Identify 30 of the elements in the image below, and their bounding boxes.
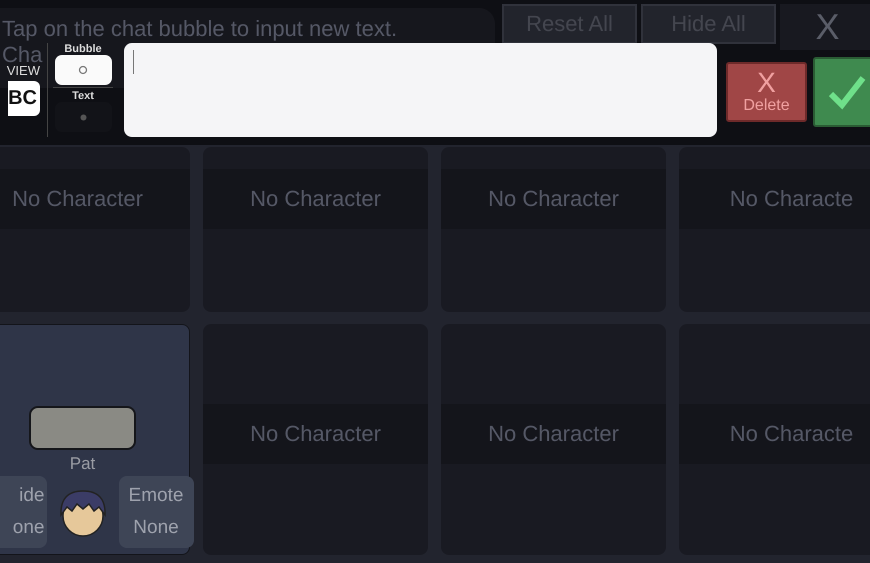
character-slot[interactable]: No Character <box>203 324 428 555</box>
empty-slot-label: No Character <box>441 404 666 464</box>
preview-bubble: BC <box>8 81 40 116</box>
character-slot[interactable]: No Characte <box>679 324 870 555</box>
style-option[interactable] <box>54 55 112 85</box>
character-slot[interactable]: No Character <box>441 147 666 312</box>
empty-slot-label: No Characte <box>679 169 870 229</box>
empty-slot-label: No Character <box>441 169 666 229</box>
character-slot[interactable]: No Character <box>441 324 666 555</box>
close-button[interactable]: X <box>780 4 870 50</box>
empty-slot-label: No Characte <box>679 404 870 464</box>
option-button[interactable]: Emote None <box>118 476 194 548</box>
toggle-label: Text <box>72 90 94 102</box>
empty-slot-label: No Character <box>203 169 428 229</box>
character-slot[interactable]: No Character <box>0 147 190 312</box>
character-name: Pat <box>70 454 96 474</box>
dot-icon <box>80 114 86 120</box>
toggle-label: Bubble <box>64 43 102 55</box>
text-input-field[interactable] <box>124 43 717 137</box>
ring-icon <box>78 65 88 75</box>
delete-button[interactable]: X Delete <box>726 62 807 122</box>
confirm-button[interactable] <box>813 57 870 127</box>
hint-text: Tap on the chat bubble to input new text. <box>2 16 398 42</box>
option-button[interactable]: ide one <box>0 476 46 548</box>
empty-slot-label: No Character <box>0 169 190 229</box>
speech-bubble[interactable] <box>29 406 136 450</box>
character-slot[interactable]: No Characte <box>679 147 870 312</box>
character-slot[interactable]: No Character <box>203 147 428 312</box>
empty-slot-label: No Character <box>203 404 428 464</box>
check-icon <box>827 74 867 110</box>
